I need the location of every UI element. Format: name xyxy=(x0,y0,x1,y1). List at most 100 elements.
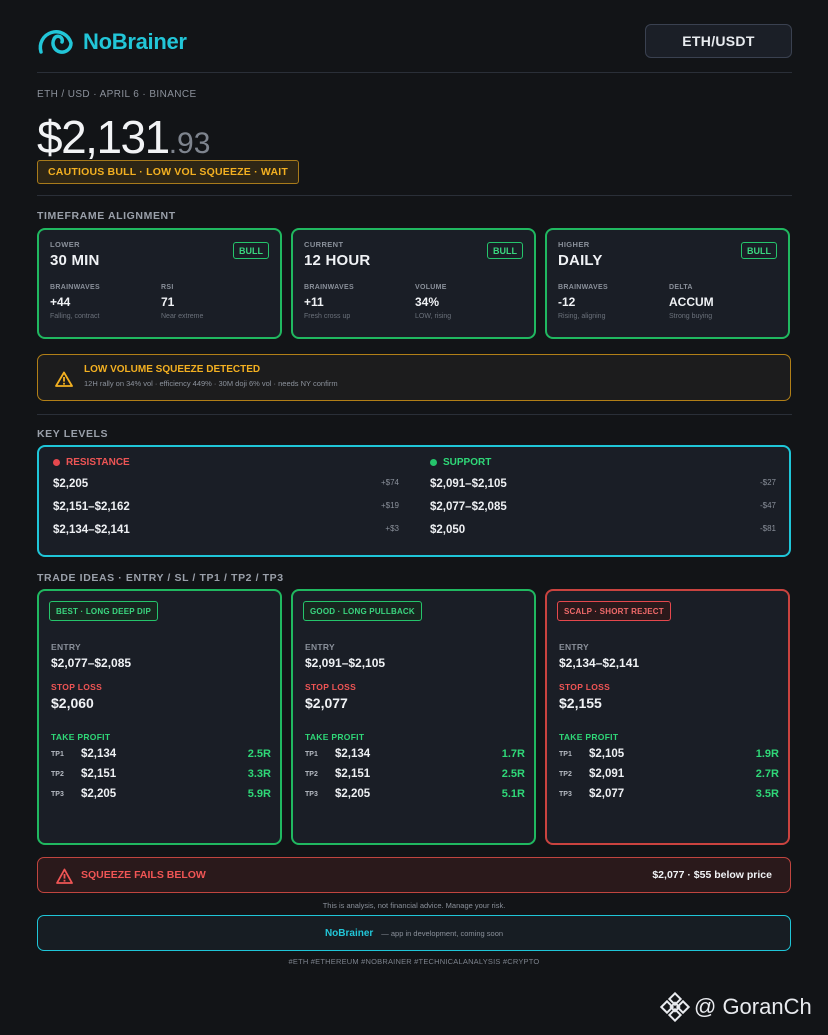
binance-logo-icon xyxy=(660,992,690,1022)
promo-name: NoBrainer xyxy=(324,927,374,939)
price: $2,131.93 xyxy=(37,110,210,164)
tp-row: TP3 $2,205 5.9R xyxy=(51,788,271,800)
stat-volume: VOLUME 34% LOW, rising xyxy=(415,284,451,320)
tp-price: $2,205 xyxy=(335,788,371,800)
level-range: $2,050 xyxy=(430,524,466,536)
stat-label: RSI xyxy=(161,284,174,291)
fail-detail: $2,077 · $55 below price xyxy=(652,869,772,881)
watermark-text: @ GoranCh xyxy=(694,994,812,1019)
stat-value: -12 xyxy=(558,295,576,309)
promo-text: — app in development, coming soon xyxy=(381,928,504,938)
level-range: $2,205 xyxy=(53,478,89,490)
stat-brainwaves: BRAINWAVES -12 Rising, aligning xyxy=(558,284,608,320)
tp-price: $2,091 xyxy=(589,768,625,780)
level-delta: -$27 xyxy=(759,478,776,487)
warning-icon xyxy=(56,868,73,884)
take-profit-label: TAKE PROFIT xyxy=(51,732,111,742)
brand-name: NoBrainer xyxy=(83,29,187,54)
promo-banner[interactable]: NoBrainer — app in development, coming s… xyxy=(37,915,791,951)
tp-price: $2,105 xyxy=(589,748,625,760)
tp-rr: 3.3R xyxy=(247,768,271,780)
stat-sub: Strong buying xyxy=(669,313,713,320)
level-delta: +$74 xyxy=(380,478,399,487)
alert-title: LOW VOLUME SQUEEZE DETECTED xyxy=(84,364,261,375)
key-levels-section-label: KEY LEVELS xyxy=(37,428,109,440)
stat-sub: Falling, contract xyxy=(50,313,100,320)
stat-value: ACCUM xyxy=(669,295,714,309)
support-header: SUPPORT xyxy=(430,457,491,468)
tp-price: $2,134 xyxy=(335,748,371,760)
bull-badge: BULL xyxy=(741,242,777,259)
trade-tag: GOOD · LONG PULLBACK xyxy=(303,601,422,621)
entry-value: $2,091–$2,105 xyxy=(305,656,386,670)
stat-label: VOLUME xyxy=(415,284,447,291)
entry-label: ENTRY xyxy=(559,642,589,652)
resistance-dot-icon xyxy=(53,459,60,466)
tp-key: TP2 xyxy=(51,770,64,778)
divider xyxy=(37,72,792,73)
tp-key: TP3 xyxy=(305,790,318,798)
stat-label: BRAINWAVES xyxy=(558,284,608,291)
support-row: $2,091–$2,105 -$27 xyxy=(430,478,776,490)
tp-row: TP3 $2,077 3.5R xyxy=(559,788,779,800)
squeeze-fail-banner: SQUEEZE FAILS BELOW $2,077 · $55 below p… xyxy=(37,857,791,893)
support-row: $2,050 -$81 xyxy=(430,524,776,536)
trade-tag: SCALP · SHORT REJECT xyxy=(557,601,671,621)
entry-label: ENTRY xyxy=(305,642,335,652)
brand-logo-icon xyxy=(38,30,73,54)
timeframe-name: 30 MIN xyxy=(50,252,100,269)
divider xyxy=(37,414,792,415)
tp-key: TP3 xyxy=(559,790,572,798)
pair-selector-button[interactable]: ETH/USDT xyxy=(645,24,792,58)
tp-row: TP3 $2,205 5.1R xyxy=(305,788,525,800)
tp-key: TP1 xyxy=(305,750,318,758)
tp-price: $2,205 xyxy=(81,788,117,800)
tp-price: $2,134 xyxy=(81,748,117,760)
trade-card-good: GOOD · LONG PULLBACK ENTRY $2,091–$2,105… xyxy=(291,589,536,845)
price-cents: .93 xyxy=(168,127,211,160)
stat-label: DELTA xyxy=(669,284,693,291)
level-delta: +$19 xyxy=(380,501,399,510)
timeframe-card-lower: LOWER 30 MIN BULL BRAINWAVES +44 Falling… xyxy=(37,228,282,339)
stat-sub: Fresh cross up xyxy=(304,313,351,320)
timeframe-section-label: TIMEFRAME ALIGNMENT xyxy=(37,210,176,222)
level-range: $2,077–$2,085 xyxy=(430,501,507,513)
timeframe-kind: HIGHER xyxy=(558,240,590,249)
tp-price: $2,077 xyxy=(589,788,625,800)
tp-key: TP2 xyxy=(559,770,572,778)
tp-row: TP2 $2,091 2.7R xyxy=(559,768,779,780)
divider xyxy=(37,195,792,196)
resistance-header: RESISTANCE xyxy=(53,457,130,468)
support-row: $2,077–$2,085 -$47 xyxy=(430,501,776,513)
stop-loss-label: STOP LOSS xyxy=(559,682,611,692)
tp-price: $2,151 xyxy=(335,768,371,780)
resistance-label: RESISTANCE xyxy=(66,457,130,468)
stat-sub: Near extreme xyxy=(161,313,204,320)
resistance-row: $2,151–$2,162 +$19 xyxy=(53,501,399,513)
stat-sub: LOW, rising xyxy=(415,313,452,320)
warning-icon xyxy=(55,371,73,387)
entry-label: ENTRY xyxy=(51,642,81,652)
level-range: $2,134–$2,141 xyxy=(53,524,130,536)
watermark: @ GoranCh xyxy=(660,992,812,1022)
stat-sub: Rising, aligning xyxy=(558,313,606,320)
support-label: SUPPORT xyxy=(443,457,492,468)
resistance-row: $2,134–$2,141 +$3 xyxy=(53,524,399,536)
stat-brainwaves: BRAINWAVES +11 Fresh cross up xyxy=(304,284,354,320)
stat-label: BRAINWAVES xyxy=(304,284,354,291)
timeframe-name: DAILY xyxy=(558,252,603,269)
tp-rr: 3.5R xyxy=(755,788,779,800)
timeframe-name: 12 HOUR xyxy=(304,252,371,269)
level-delta: +$3 xyxy=(385,524,399,533)
tp-key: TP1 xyxy=(51,750,64,758)
hashtags: #ETH #ETHEREUM #NOBRAINER #TECHNICALANAL… xyxy=(288,957,540,966)
resistance-row: $2,205 +$74 xyxy=(53,478,399,490)
tp-row: TP1 $2,134 2.5R xyxy=(51,748,271,760)
stat-value: 71 xyxy=(161,295,175,309)
level-range: $2,091–$2,105 xyxy=(430,478,507,490)
tp-rr: 5.9R xyxy=(247,788,271,800)
level-delta: -$47 xyxy=(759,501,776,510)
tp-key: TP1 xyxy=(559,750,572,758)
tp-row: TP1 $2,105 1.9R xyxy=(559,748,779,760)
stop-loss-value: $2,155 xyxy=(559,695,602,711)
